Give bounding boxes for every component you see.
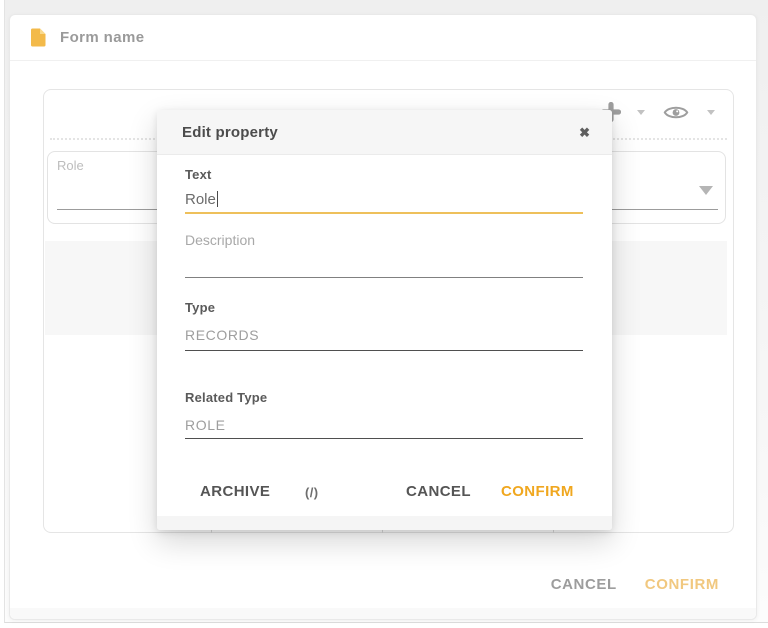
caret-down-icon	[637, 109, 645, 115]
document-icon	[31, 28, 46, 47]
card-cancel-button[interactable]: CANCEL	[551, 576, 617, 593]
preview-button[interactable]	[663, 104, 689, 121]
role-field-label: Role	[57, 158, 84, 173]
type-field-label: Type	[185, 300, 216, 315]
description-field-input[interactable]: Description	[185, 232, 583, 248]
type-field-value[interactable]: RECORDS	[185, 327, 583, 343]
modal-header: Edit property ✖	[157, 110, 612, 155]
card-actions: CANCEL CONFIRM	[551, 576, 719, 593]
caret-down-icon	[707, 109, 715, 115]
close-icon[interactable]: ✖	[579, 126, 590, 139]
text-field-value: Role	[185, 191, 216, 208]
form-name-title: Form name	[60, 29, 145, 46]
edit-property-modal: Edit property ✖ Text Role Description Ty…	[157, 110, 612, 530]
description-underline	[185, 277, 583, 278]
triangle-down-icon[interactable]	[699, 186, 713, 195]
text-cursor	[216, 191, 218, 207]
text-field-label: Text	[185, 167, 212, 182]
related-type-field-value[interactable]: ROLE	[185, 417, 583, 433]
code-button[interactable]: (/)	[305, 485, 318, 500]
preview-menu-button[interactable]	[707, 109, 715, 115]
card-header: Form name	[10, 15, 756, 61]
modal-footer-strip	[157, 516, 612, 530]
text-field-underline	[185, 212, 583, 214]
add-property-menu-button[interactable]	[637, 109, 645, 115]
type-underline	[185, 350, 583, 351]
archive-button[interactable]: ARCHIVE	[200, 483, 270, 500]
related-type-field-label: Related Type	[185, 390, 268, 405]
eye-icon	[663, 104, 689, 121]
card-confirm-button[interactable]: CONFIRM	[645, 576, 719, 593]
modal-confirm-button[interactable]: CONFIRM	[501, 483, 574, 500]
text-field-input[interactable]: Role	[185, 191, 583, 209]
modal-cancel-button[interactable]: CANCEL	[406, 483, 471, 500]
card-footer-strip	[10, 608, 756, 619]
canvas-toolbar	[601, 102, 715, 122]
modal-title: Edit property	[182, 123, 278, 141]
related-type-underline	[185, 438, 583, 439]
page: Form name Role CANCEL CONFIRM Edit prope…	[0, 0, 768, 628]
